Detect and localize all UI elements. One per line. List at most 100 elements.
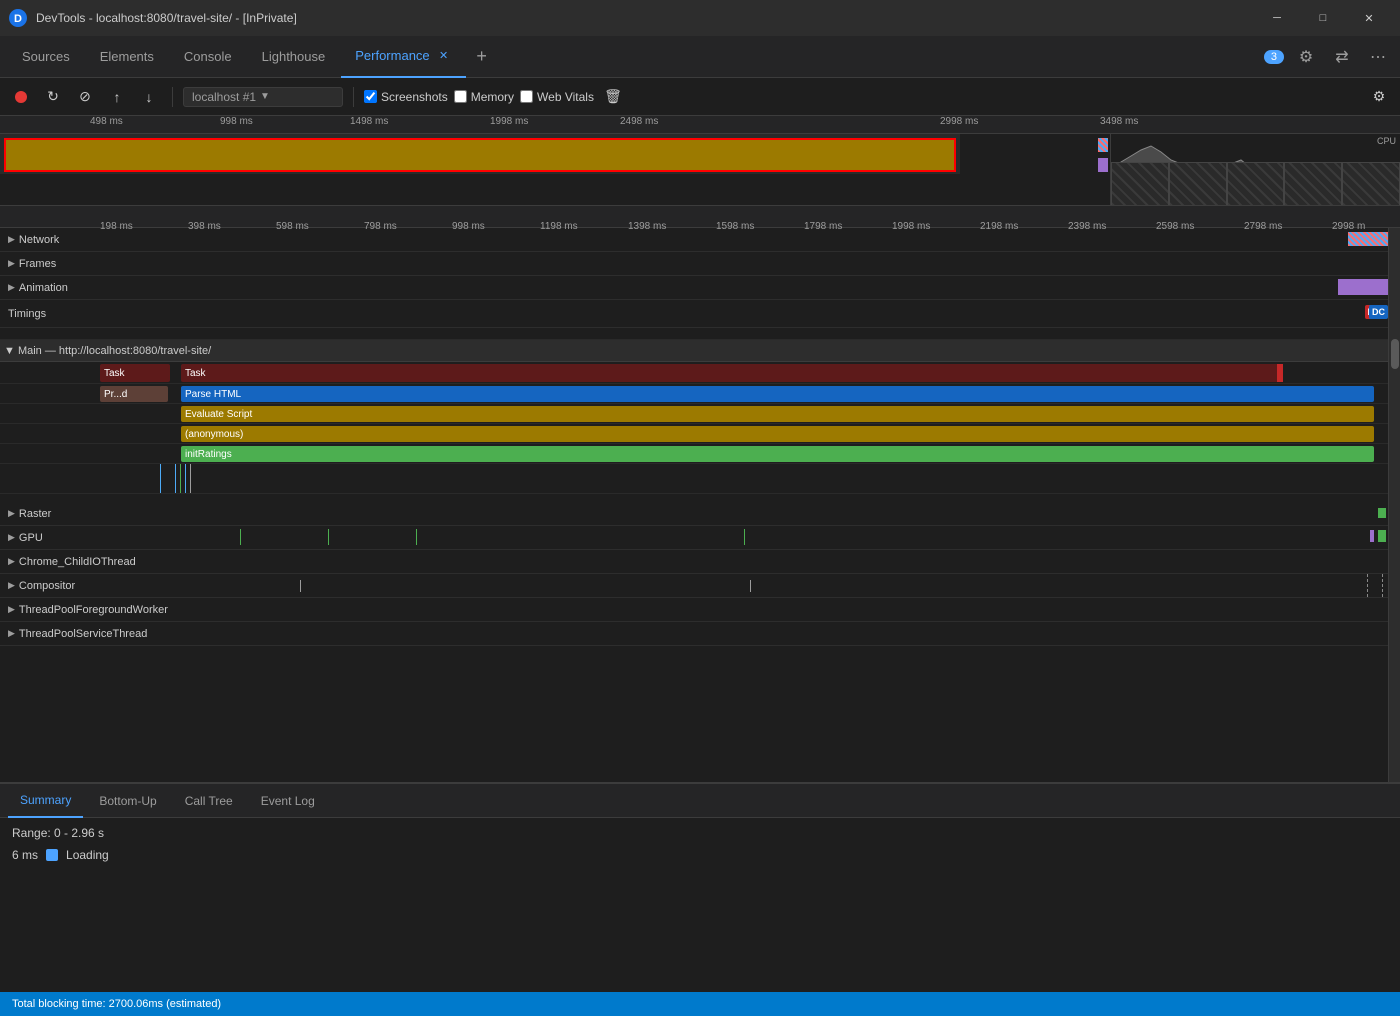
chrome-child-label[interactable]: ▶ Chrome_ChildIOThread (0, 550, 140, 573)
network-label[interactable]: ▶ Network (0, 228, 100, 251)
overview-timescale: 498 ms 998 ms 1498 ms 1998 ms 2498 ms 29… (0, 116, 1400, 134)
network-text: Network (19, 234, 59, 246)
timings-text: Timings (8, 308, 46, 320)
cast-icon[interactable]: ⇄ (1328, 43, 1356, 71)
right-indicators (1098, 134, 1110, 206)
tab-lighthouse-label: Lighthouse (262, 49, 326, 64)
tabbar-right: 3 ⚙ ⇄ ⋯ (1264, 43, 1392, 71)
web-vitals-checkbox[interactable] (520, 90, 533, 103)
raster-text: Raster (19, 508, 51, 520)
raster-label[interactable]: ▶ Raster (0, 502, 100, 525)
threadpool-fg-arrow: ▶ (8, 604, 15, 615)
threadpool-svc-label[interactable]: ▶ ThreadPoolServiceThread (0, 622, 180, 645)
eval-script-content: Evaluate Script (100, 404, 1376, 424)
main-thread-label: ▼ Main — http://localhost:8080/travel-si… (4, 345, 211, 357)
animation-label[interactable]: ▶ Animation (0, 276, 100, 299)
anonymous-row: (anonymous) (0, 424, 1388, 444)
range-text: Range: 0 - 2.96 s (12, 826, 1388, 840)
parse-html-bar: Parse HTML (181, 386, 1374, 402)
scrollbar-thumb[interactable] (1391, 339, 1399, 369)
tab-lighthouse[interactable]: Lighthouse (248, 36, 340, 78)
cpu-minimap: CPU NET (1110, 134, 1400, 206)
compositor-label[interactable]: ▶ Compositor (0, 574, 100, 597)
settings-toolbar-btn[interactable]: ⚙ (1366, 84, 1392, 110)
tab-nav: Sources Elements Console Lighthouse Perf… (8, 36, 496, 78)
frames-label[interactable]: ▶ Frames (0, 252, 100, 275)
prd-bar: Pr...d (100, 386, 168, 402)
compositor-content (100, 574, 1388, 597)
ov-tick-4: 1998 ms (490, 116, 528, 127)
timeline-row-network: ▶ Network (0, 228, 1388, 252)
download-button[interactable]: ↓ (136, 84, 162, 110)
raster-arrow: ▶ (8, 508, 15, 519)
performance-toolbar: ↻ ⊘ ↑ ↓ localhost #1 ▼ Screenshots Memor… (0, 78, 1400, 116)
loading-value: 6 ms (12, 848, 38, 862)
tab-console[interactable]: Console (170, 36, 246, 78)
anonymous-content: (anonymous) (100, 424, 1376, 444)
bottom-tabs: Summary Bottom-Up Call Tree Event Log (0, 784, 1400, 818)
network-arrow: ▶ (8, 234, 15, 245)
tab-sources[interactable]: Sources (8, 36, 84, 78)
timeline-container: 198 ms 398 ms 598 ms 798 ms 998 ms 1198 … (0, 206, 1400, 782)
memory-toggle[interactable]: Memory (454, 90, 514, 104)
memory-checkbox[interactable] (454, 90, 467, 103)
screenshots-checkbox[interactable] (364, 90, 377, 103)
gpu-label[interactable]: ▶ GPU (0, 526, 100, 549)
parse-html-row: Pr...d Parse HTML (0, 384, 1388, 404)
frames-content (100, 252, 1388, 275)
timeline-row-frames: ▶ Frames (0, 252, 1388, 276)
animation-content (100, 276, 1388, 299)
reload-button[interactable]: ↻ (40, 84, 66, 110)
clear-button[interactable]: ⊘ (72, 84, 98, 110)
tab-add-button[interactable]: + (468, 43, 496, 71)
timeline-row-chrome-child: ▶ Chrome_ChildIOThread (0, 550, 1388, 574)
eval-script-row: Evaluate Script (0, 404, 1388, 424)
tab-performance[interactable]: Performance ✕ (341, 36, 465, 78)
settings-icon[interactable]: ⚙ (1292, 43, 1320, 71)
screenshots-toggle[interactable]: Screenshots (364, 90, 448, 104)
screenshots-label: Screenshots (381, 90, 448, 104)
anonymous-bar: (anonymous) (181, 426, 1374, 442)
record-button[interactable] (8, 84, 34, 110)
tab-summary[interactable]: Summary (8, 784, 83, 818)
tab-console-label: Console (184, 49, 232, 64)
tab-event-log[interactable]: Event Log (249, 784, 327, 818)
gpu-green-bar (1378, 530, 1386, 542)
tab-elements[interactable]: Elements (86, 36, 168, 78)
gpu-tick-1 (240, 529, 241, 545)
call-tree-label: Call Tree (185, 794, 233, 808)
event-log-label: Event Log (261, 794, 315, 808)
green-tick-1 (180, 464, 181, 493)
bottom-panel: Summary Bottom-Up Call Tree Event Log Ra… (0, 782, 1400, 992)
tab-call-tree[interactable]: Call Tree (173, 784, 245, 818)
web-vitals-toggle[interactable]: Web Vitals (520, 90, 594, 104)
eval-script-bar: Evaluate Script (181, 406, 1374, 422)
overview-content[interactable]: CPU NET (0, 134, 1400, 206)
gpu-arrow: ▶ (8, 532, 15, 543)
upload-button[interactable]: ↑ (104, 84, 130, 110)
url-selector[interactable]: localhost #1 ▼ (183, 87, 343, 107)
compositor-dash-1 (1367, 574, 1368, 597)
tab-performance-close[interactable]: ✕ (436, 48, 452, 64)
minimize-button[interactable]: ─ (1254, 0, 1300, 36)
window-title: DevTools - localhost:8080/travel-site/ -… (36, 11, 1254, 25)
more-icon[interactable]: ⋯ (1364, 43, 1392, 71)
timeline-scroll[interactable]: ▶ Network ▶ Frames ▶ (0, 228, 1388, 782)
maximize-button[interactable]: □ (1300, 0, 1346, 36)
tab-bottom-up[interactable]: Bottom-Up (87, 784, 168, 818)
timeline-row-animation: ▶ Animation (0, 276, 1388, 300)
task-row-content: Task Task (100, 362, 1376, 384)
timeline-spacer (0, 328, 1388, 340)
network-content (100, 228, 1388, 251)
ov-tick-5: 2498 ms (620, 116, 658, 127)
threadpool-fg-text: ThreadPoolForegroundWorker (19, 604, 168, 616)
raster-content (100, 502, 1388, 525)
close-button[interactable]: ✕ (1346, 0, 1392, 36)
compositor-arrow: ▶ (8, 580, 15, 591)
overview-area[interactable]: 498 ms 998 ms 1498 ms 1998 ms 2498 ms 29… (0, 116, 1400, 206)
threadpool-fg-label[interactable]: ▶ ThreadPoolForegroundWorker (0, 598, 180, 621)
trash-button[interactable]: 🗑 (600, 84, 626, 110)
thread-vline (190, 464, 191, 493)
timeline-scrollbar[interactable] (1388, 228, 1400, 782)
thumbnail-strip (1111, 162, 1400, 206)
